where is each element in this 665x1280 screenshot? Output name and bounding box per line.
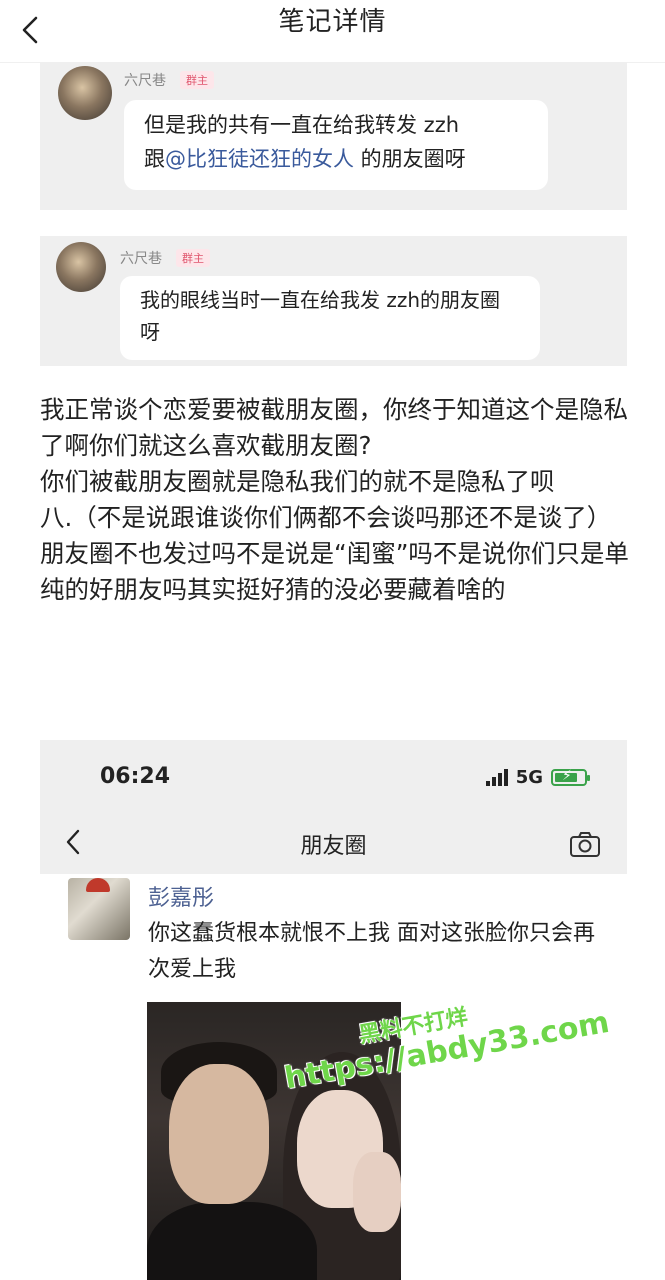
photo-person-shirt xyxy=(147,1202,317,1280)
moment-text: 你这蠢货根本就恨不上我 面对这张脸你只会再次爱上我 xyxy=(148,921,595,982)
owner-badge: 群主 xyxy=(180,71,214,89)
chat-screenshot-2: 六尺巷 群主 我的眼线当时一直在给我发 zzh的朋友圈呀 xyxy=(40,236,627,366)
chat-username: 六尺巷 xyxy=(120,251,162,267)
chat-message-line1: 但是我的共有一直在给我转发 zzh xyxy=(144,113,460,137)
mention-link: @比狂徒还狂的女人 xyxy=(165,147,354,171)
avatar xyxy=(58,66,112,120)
post-paragraph: 我正常谈个恋爱要被截朋友圈，你终于知道这个是隐私了啊你们就这么喜欢截朋友圈? xyxy=(40,395,628,460)
photo-person-face xyxy=(169,1064,269,1204)
chat-username: 六尺巷 xyxy=(124,73,166,89)
santa-hat-icon xyxy=(86,878,110,892)
signal-icon xyxy=(485,768,508,786)
status-time: 06:24 xyxy=(100,764,171,789)
photo-hand xyxy=(353,1152,401,1232)
chat-message-line2: 跟@比狂徒还狂的女人 的朋友圈呀 xyxy=(144,142,528,176)
page-title: 笔记详情 xyxy=(278,7,387,37)
chat-message-prefix: 跟 xyxy=(144,147,165,171)
battery-icon: ⚡ xyxy=(551,767,590,786)
post-paragraph: 八.（不是说跟谁谈你们俩都不会谈吗那还不是谈了）朋友圈不也发过吗不是说是“闺蜜”… xyxy=(40,503,629,604)
avatar xyxy=(56,242,106,292)
status-icons: 5G ⚡ xyxy=(485,766,590,788)
phone-header: 06:24 5G ⚡ 朋友圈 xyxy=(40,740,627,874)
author-avatar[interactable] xyxy=(68,878,130,940)
author-name[interactable]: 彭嘉彤 xyxy=(148,880,214,912)
post-paragraph: 你们被截朋友圈就是隐私我们的就不是隐私了呗 xyxy=(40,467,555,496)
moments-screenshot: 06:24 5G ⚡ 朋友圈 彭嘉彤 你这蠢货根本就恨不上我 面对这张脸你只会再… xyxy=(40,740,627,1280)
chat-message-suffix: 的朋友圈呀 xyxy=(354,147,466,171)
chat-bubble: 我的眼线当时一直在给我发 zzh的朋友圈呀 xyxy=(120,276,540,360)
chat-screenshot-1: 六尺巷 群主 但是我的共有一直在给我转发 zzh 跟@比狂徒还狂的女人 的朋友圈… xyxy=(40,62,627,210)
owner-badge: 群主 xyxy=(176,249,210,267)
network-label: 5G xyxy=(515,766,543,788)
post-body: 我正常谈个恋爱要被截朋友圈，你终于知道这个是隐私了啊你们就这么喜欢截朋友圈? 你… xyxy=(40,392,630,608)
charging-bolt-icon: ⚡ xyxy=(562,767,572,784)
top-bar: 笔记详情 xyxy=(0,0,665,63)
moments-title: 朋友圈 xyxy=(300,834,367,859)
camera-icon[interactable] xyxy=(569,830,601,858)
chat-bubble: 但是我的共有一直在给我转发 zzh 跟@比狂徒还狂的女人 的朋友圈呀 xyxy=(124,100,548,190)
